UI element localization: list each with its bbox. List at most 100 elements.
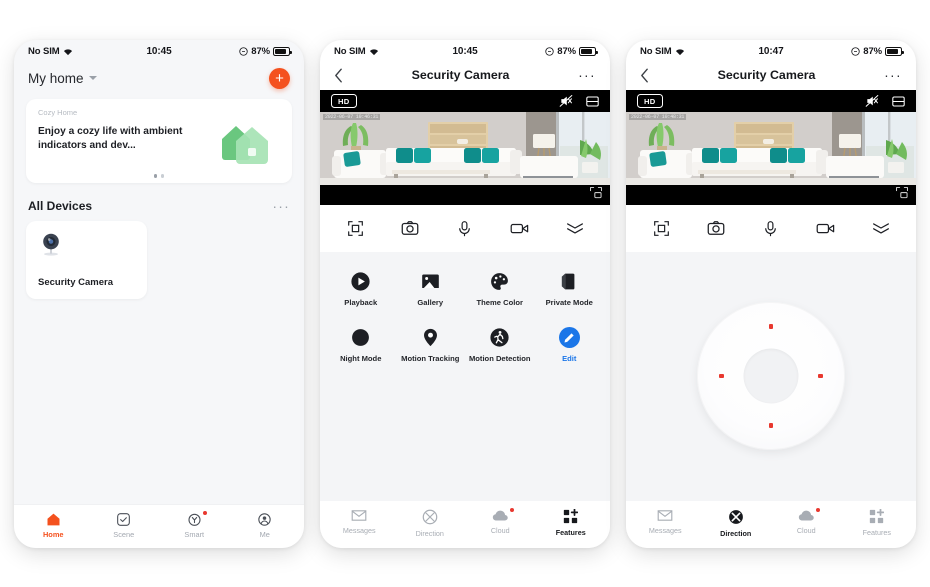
feature-night-mode[interactable]: Night Mode — [326, 318, 396, 375]
dpad-center-icon[interactable] — [743, 348, 799, 404]
add-device-button[interactable]: + — [269, 67, 290, 89]
fullscreen-icon[interactable] — [347, 220, 364, 237]
theme-color-icon — [489, 271, 510, 292]
tab-direction[interactable]: Direction — [401, 509, 459, 538]
pagination-dot-1[interactable] — [153, 174, 157, 178]
video-timestamp: 2022-06-07 10:48:31 — [629, 113, 687, 120]
microphone-icon[interactable] — [762, 220, 779, 237]
device-name-label: Security Camera — [38, 276, 113, 288]
more-horizontal-icon[interactable]: ··· — [884, 68, 902, 82]
feature-playback[interactable]: Playback — [326, 262, 396, 319]
microphone-icon[interactable] — [456, 220, 473, 237]
banner-pagination-dots[interactable] — [26, 174, 292, 178]
speaker-muted-icon[interactable] — [865, 94, 879, 108]
promo-banner-card[interactable]: Cozy Home Enjoy a cozy life with ambient… — [26, 98, 292, 183]
scene-check-icon — [116, 512, 131, 527]
video-player[interactable]: 2022-06-07 10:48:31 HD — [626, 89, 916, 205]
feature-gallery[interactable]: Gallery — [396, 262, 466, 319]
feature-edit-label: Edit — [562, 354, 577, 364]
chevron-left-icon[interactable] — [640, 68, 649, 83]
camera-snapshot-icon[interactable] — [401, 219, 419, 237]
tab-scene-label: Scene — [113, 529, 135, 539]
video-top-actions — [865, 94, 905, 108]
battery-icon — [272, 47, 292, 56]
feature-theme-color[interactable]: Theme Color — [465, 262, 535, 319]
status-time: 10:45 — [452, 46, 478, 57]
status-time: 10:47 — [758, 46, 784, 57]
picture-in-picture-icon[interactable] — [589, 186, 603, 200]
video-player[interactable]: 2022-06-07 10:46:31 HD — [320, 89, 610, 205]
home-selector[interactable]: My home — [28, 71, 97, 86]
tab-smart-label: Smart — [184, 529, 205, 539]
hd-quality-chip[interactable]: HD — [331, 94, 357, 108]
camera-control-row — [626, 204, 916, 252]
split-layout-icon[interactable] — [586, 95, 599, 108]
home-title-label: My home — [28, 70, 84, 86]
nav-bar: Security Camera ··· — [626, 64, 916, 90]
tab-messages-label: Messages — [648, 525, 682, 535]
feature-gallery-label: Gallery — [417, 297, 444, 307]
tab-messages-label: Messages — [342, 525, 376, 535]
banner-headline: Enjoy a cozy life with ambient indicator… — [38, 125, 183, 151]
camera-snapshot-icon[interactable] — [707, 219, 725, 237]
hd-quality-chip[interactable]: HD — [637, 94, 663, 108]
status-bar: No SIM 10:45 87% — [320, 40, 610, 64]
video-timestamp: 2022-06-07 10:46:31 — [323, 113, 381, 120]
tab-cloud[interactable]: Cloud — [471, 507, 529, 535]
video-record-icon[interactable] — [510, 219, 529, 238]
dpad-right-icon[interactable] — [818, 373, 823, 379]
status-left: No SIM — [640, 46, 726, 57]
dpad-left-icon[interactable] — [719, 373, 724, 379]
fullscreen-icon[interactable] — [653, 220, 670, 237]
direction-icon — [422, 509, 438, 525]
more-horizontal-icon[interactable]: ··· — [272, 199, 290, 213]
double-chevron-down-icon[interactable] — [872, 221, 890, 235]
security-camera-icon — [38, 232, 135, 258]
tab-messages[interactable]: Messages — [636, 509, 694, 535]
status-bar: No SIM 10:47 87% — [626, 40, 916, 64]
camera-live-scene: 2022-06-07 10:48:31 — [626, 111, 916, 185]
device-card[interactable]: Security Camera — [26, 220, 147, 299]
tab-messages[interactable]: Messages — [330, 509, 388, 535]
split-layout-icon[interactable] — [892, 95, 905, 108]
dpad-down-icon[interactable] — [768, 423, 774, 428]
private-mode-icon — [559, 271, 580, 292]
pagination-dot-2[interactable] — [161, 174, 165, 178]
tab-direction[interactable]: Direction — [707, 509, 765, 538]
tab-cloud-label: Cloud — [796, 525, 816, 535]
status-time: 10:45 — [146, 46, 172, 57]
tab-cloud[interactable]: Cloud — [777, 507, 835, 535]
chevron-left-icon[interactable] — [334, 68, 343, 83]
dpad-up-icon[interactable] — [768, 324, 774, 329]
home-icon — [46, 512, 61, 527]
status-bar: No SIM 10:45 87% — [14, 40, 304, 64]
wifi-icon — [675, 48, 685, 56]
speaker-muted-icon[interactable] — [559, 94, 573, 108]
tab-features-label: Features — [555, 527, 586, 537]
picture-in-picture-icon[interactable] — [895, 186, 909, 200]
tab-smart[interactable]: Smart — [164, 510, 224, 539]
tab-features[interactable]: Features — [848, 508, 906, 537]
direction-pad[interactable] — [697, 302, 845, 450]
features-grid-icon — [869, 508, 885, 524]
plus-icon: + — [275, 69, 284, 87]
phone-screen-camera-direction: No SIM 10:47 87% Security Camera ··· 202… — [626, 39, 916, 548]
feature-edit[interactable]: Edit — [535, 318, 605, 375]
video-record-icon[interactable] — [816, 219, 835, 238]
screenshot-stage: No SIM 10:45 87% My home + Cozy Home Enj… — [0, 0, 930, 587]
feature-motion-tracking[interactable]: Motion Tracking — [396, 318, 466, 375]
chevron-down-icon — [88, 76, 97, 80]
feature-private-mode[interactable]: Private Mode — [535, 262, 605, 319]
double-chevron-down-icon[interactable] — [566, 221, 584, 235]
motion-tracking-icon — [420, 327, 441, 348]
feature-motion-detection[interactable]: Motion Detection — [465, 318, 535, 375]
page-title: Security Camera — [411, 68, 510, 82]
more-horizontal-icon[interactable]: ··· — [578, 68, 596, 82]
tab-home[interactable]: Home — [23, 512, 83, 539]
tab-me[interactable]: Me — [235, 512, 295, 539]
home-header: My home + — [14, 64, 304, 95]
tab-features[interactable]: Features — [542, 508, 600, 537]
tab-scene[interactable]: Scene — [94, 512, 154, 539]
playback-icon — [350, 271, 371, 292]
carrier-label: No SIM — [640, 46, 672, 57]
